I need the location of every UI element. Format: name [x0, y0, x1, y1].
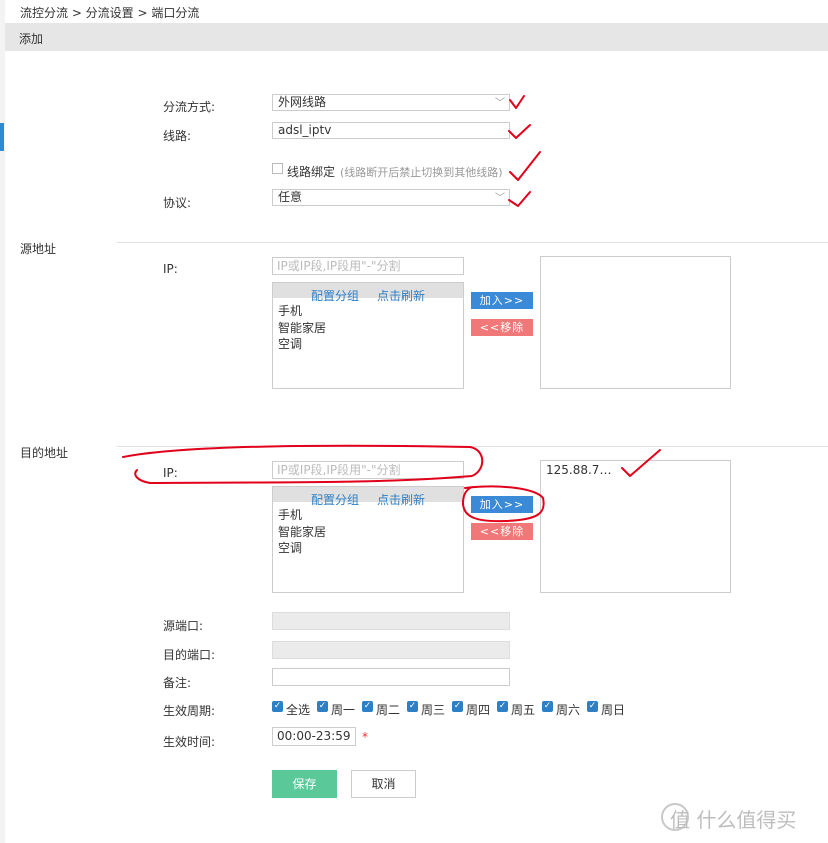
annotation-circle-add-button: [462, 485, 545, 523]
annotation-check-mode: [509, 95, 525, 109]
annotation-check-bind: [509, 151, 541, 181]
annotation-circle-ip: [122, 444, 484, 484]
annotation-check-line: [508, 124, 531, 139]
annotation-check-protocol: [508, 191, 531, 207]
annotation-check-dest: [621, 449, 661, 477]
annotation-overlay: [122, 95, 661, 523]
